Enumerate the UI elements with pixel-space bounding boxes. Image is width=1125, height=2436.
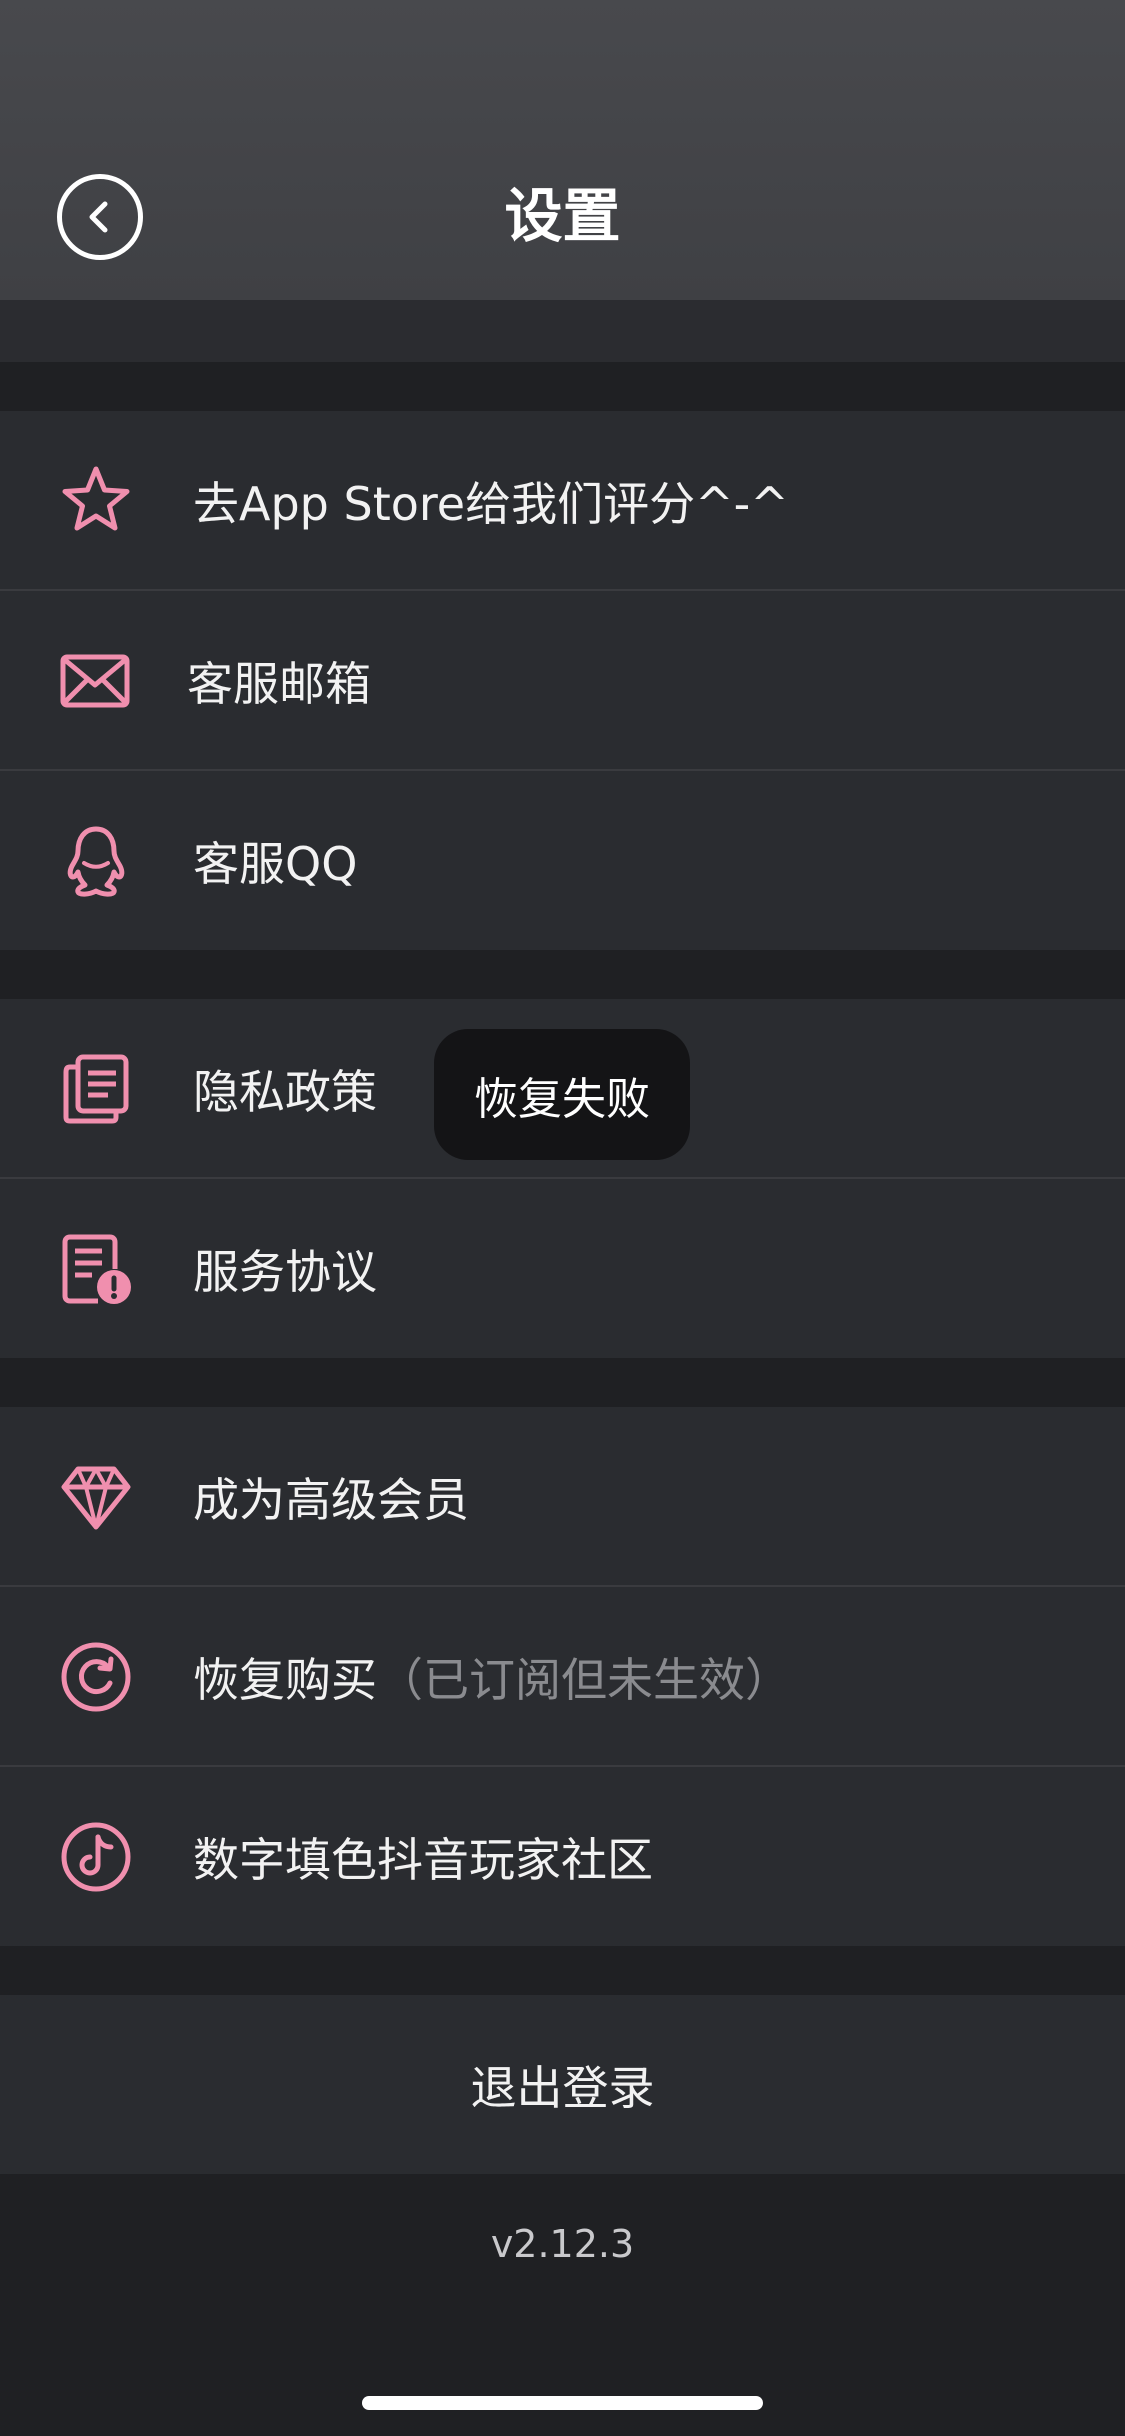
rate-app-label: 去App Store给我们评分^-^ (193, 476, 789, 531)
support-qq-label: 客服QQ (193, 836, 358, 891)
section-spacer (0, 300, 1125, 362)
service-agreement-label: 服务协议 (193, 1244, 377, 1299)
rate-app-item[interactable]: 去App Store给我们评分^-^ (0, 411, 1125, 590)
premium-member-label: 成为高级会员 (193, 1472, 469, 1527)
agreement-warning-icon (62, 1234, 131, 1304)
service-agreement-item[interactable]: 服务协议 (0, 1179, 1125, 1358)
mail-icon (60, 654, 130, 707)
app-version: v2.12.3 (490, 2222, 635, 2266)
page-title: 设置 (504, 182, 621, 250)
restore-purchase-hint: （已订阅但未生效） (377, 1652, 791, 1707)
star-icon (62, 466, 130, 530)
home-indicator[interactable] (362, 2396, 763, 2410)
support-email-label: 客服邮箱 (187, 656, 371, 711)
privacy-policy-label: 隐私政策 (193, 1064, 377, 1119)
qq-penguin-icon (67, 826, 125, 897)
restore-purchase-item[interactable]: 恢复购买（已订阅但未生效） (0, 1587, 1125, 1766)
diamond-icon (61, 1466, 131, 1529)
logout-button[interactable]: 退出登录 (0, 1995, 1125, 2174)
documents-icon (63, 1054, 129, 1123)
nav-bar: 设置 (0, 0, 1125, 300)
restore-icon (61, 1642, 131, 1711)
toast-message: 恢复失败 (434, 1029, 690, 1160)
support-email-item[interactable]: 客服邮箱 (0, 591, 1125, 770)
support-qq-item[interactable]: 客服QQ (0, 771, 1125, 950)
restore-purchase-label: 恢复购买（已订阅但未生效） (193, 1644, 791, 1710)
restore-purchase-title: 恢复购买 (193, 1652, 377, 1707)
premium-member-item[interactable]: 成为高级会员 (0, 1407, 1125, 1586)
tiktok-community-label: 数字填色抖音玩家社区 (193, 1832, 653, 1887)
tiktok-icon (61, 1822, 131, 1891)
tiktok-community-item[interactable]: 数字填色抖音玩家社区 (0, 1767, 1125, 1946)
